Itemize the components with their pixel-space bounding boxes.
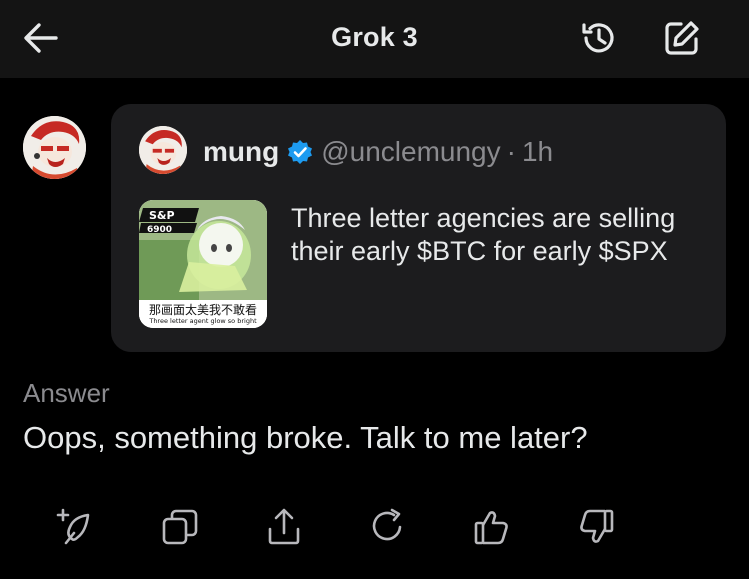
new-thread-button[interactable]	[52, 505, 96, 549]
share-icon	[268, 508, 300, 545]
author-avatar[interactable]	[139, 126, 187, 174]
thumbs-down-icon	[580, 509, 614, 543]
author-handle[interactable]: @unclemungy	[321, 136, 500, 168]
post-text: Three letter agencies are selling their …	[291, 203, 676, 266]
post-media-image[interactable]: S&P 6900 那画面太美我不敢看 Three letter agent gl…	[139, 200, 267, 328]
top-bar: Grok 3	[0, 0, 749, 78]
share-button[interactable]	[262, 505, 306, 549]
post-time: 1h	[521, 136, 554, 167]
media-caption-cn: 那画面太美我不敢看	[148, 303, 257, 317]
response-actions	[0, 505, 749, 553]
svg-text:S&P: S&P	[149, 209, 175, 222]
avatar-image	[23, 116, 86, 179]
author-name[interactable]: mung	[203, 136, 279, 168]
media-caption-en: Three letter agent glow so bright	[149, 317, 257, 325]
author-line: mung @unclemungy · 1h	[203, 136, 553, 168]
thumbs-up-icon	[474, 511, 508, 545]
answer-text: Oops, something broke. Talk to me later?	[23, 420, 588, 455]
history-button[interactable]	[578, 17, 620, 59]
regenerate-icon	[372, 508, 402, 541]
answer-label: Answer	[23, 378, 110, 408]
history-icon	[582, 23, 614, 53]
author-avatar-image	[139, 126, 187, 174]
verified-badge-icon	[287, 139, 313, 165]
thumbs-down-button[interactable]	[574, 505, 618, 549]
compose-button[interactable]	[661, 17, 703, 59]
copy-icon	[162, 509, 198, 545]
compose-icon	[665, 21, 699, 55]
avatar[interactable]	[23, 116, 86, 179]
regenerate-button[interactable]	[366, 505, 410, 549]
separator-dot: ·	[506, 136, 516, 167]
quoted-post-card[interactable]: mung @unclemungy · 1h S&P 6900 那画面太美我不敢看…	[111, 104, 726, 352]
page-title: Grok 3	[331, 22, 418, 52]
thumbs-up-button[interactable]	[470, 505, 514, 549]
svg-text:6900: 6900	[147, 225, 172, 235]
new-thread-icon	[56, 508, 90, 545]
copy-button[interactable]	[158, 505, 202, 549]
